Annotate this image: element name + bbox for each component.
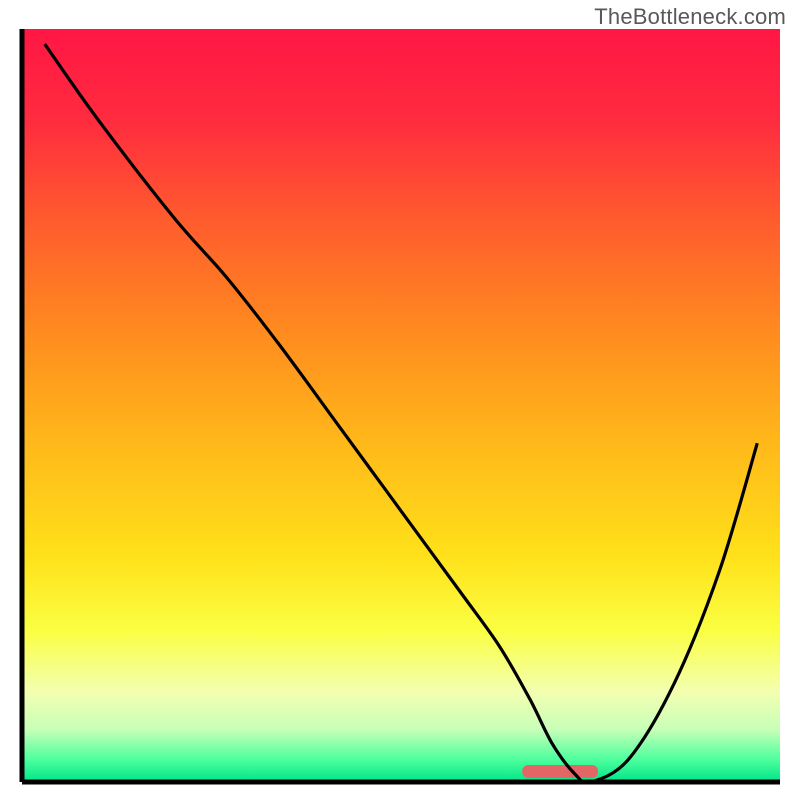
min-marker [522,765,598,778]
chart-container: TheBottleneck.com [0,0,800,800]
plot-background [22,29,780,782]
bottleneck-chart [0,0,800,800]
